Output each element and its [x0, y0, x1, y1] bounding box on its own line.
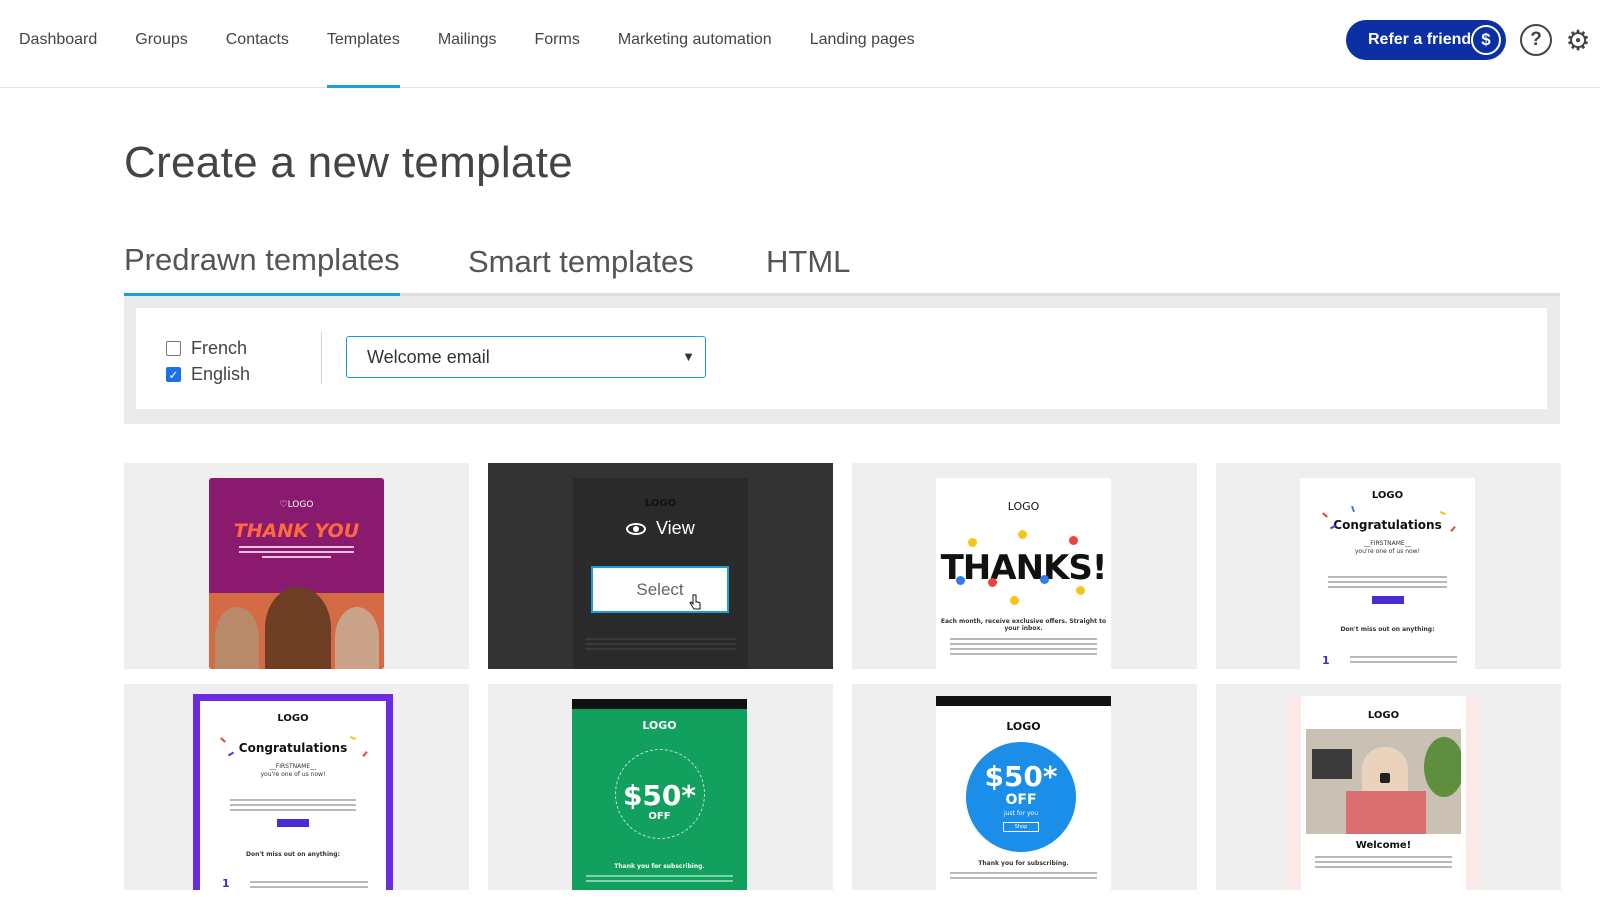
template-thumbnail: LOGO THANKS! Each month, receive exclusi… — [936, 478, 1111, 669]
thumb-logo: LOGO — [1007, 500, 1040, 513]
template-thumbnail: LOGO Congratulations __FIRSTNAME__ you'r… — [193, 694, 393, 890]
thumb-coupon-amount: $50* — [984, 760, 1058, 793]
template-thumbnail: LOGO $50* OFF Thank you for subscribing. — [572, 699, 747, 890]
filter-panel: French ✓ English Welcome email ▼ — [124, 296, 1560, 424]
english-checkbox[interactable]: ✓ — [166, 367, 181, 382]
template-card-50-off-blue[interactable]: LOGO $50* OFF just for you Shop Thank yo… — [852, 684, 1197, 890]
eye-icon — [626, 522, 646, 535]
thumb-logo: LOGO — [644, 498, 677, 509]
nav-item-dashboard[interactable]: Dashboard — [0, 0, 116, 88]
template-card-50-off-green[interactable]: LOGO $50* OFF Thank you for subscribing. — [488, 684, 833, 890]
thumb-body-lines — [950, 638, 1097, 658]
thumb-offer-disc: $50* OFF just for you Shop — [966, 742, 1076, 852]
template-card-thanks-envelope[interactable]: LOGO View Select — [488, 463, 833, 669]
thumb-coupon-off: OFF — [648, 811, 671, 822]
thumb-coupon-tag: just for you — [1003, 810, 1039, 817]
thumb-logo: LOGO — [1367, 710, 1400, 721]
refer-a-friend-label: Refer a friend — [1368, 31, 1472, 48]
thumb-body-lines — [1315, 856, 1452, 871]
french-label: French — [191, 338, 248, 358]
thumb-body-lines — [230, 799, 356, 814]
tab-html[interactable]: HTML — [766, 244, 850, 280]
french-checkbox[interactable] — [166, 341, 181, 356]
template-thumbnail: LOGO Congratulations __FIRSTNAME__ you'r… — [1300, 478, 1475, 669]
nav-item-marketing-automation[interactable]: Marketing automation — [599, 0, 791, 88]
tab-predrawn-templates[interactable]: Predrawn templates — [124, 242, 400, 296]
thumb-social-bar — [936, 696, 1111, 706]
template-card-congratulations[interactable]: LOGO Congratulations __FIRSTNAME__ you'r… — [1216, 463, 1561, 669]
thumb-logo: ♡LOGO — [279, 500, 314, 510]
thumb-subtitle: you're one of us now! — [1355, 548, 1420, 555]
thumb-firstname: __FIRSTNAME__ — [1364, 540, 1411, 547]
thumb-cta-button — [277, 819, 309, 827]
help-icon[interactable]: ? — [1520, 24, 1552, 56]
template-category-value: Welcome email — [367, 347, 490, 367]
thumb-logo: LOGO — [277, 713, 309, 724]
caret-down-icon: ▼ — [682, 349, 695, 364]
thumb-subtitle: you're one of us now! — [260, 771, 326, 778]
thumb-step-number: 1 — [1322, 654, 1330, 667]
thumb-body-lines — [950, 872, 1097, 882]
filter-box: French ✓ English Welcome email ▼ — [136, 308, 1547, 409]
thumb-headline: THANK YOU — [233, 520, 360, 542]
thumb-footer: Don't miss out on anything: — [1340, 626, 1435, 633]
thumb-photo — [209, 587, 384, 669]
thumb-coupon-off: OFF — [1005, 792, 1037, 808]
language-french-option[interactable]: French — [166, 338, 247, 359]
thumb-body-lines — [585, 638, 736, 653]
nav-item-templates[interactable]: Templates — [308, 0, 419, 88]
thumb-logo: LOGO — [1006, 720, 1041, 733]
template-card-welcome-kitchen[interactable]: LOGO Welcome! — [1216, 684, 1561, 890]
nav-item-landing-pages[interactable]: Landing pages — [791, 0, 934, 88]
thumb-coupon-amount: $50* — [622, 779, 697, 812]
thumb-headline: Welcome! — [1355, 840, 1412, 851]
nav-item-forms[interactable]: Forms — [516, 0, 599, 88]
select-template-button[interactable]: Select — [591, 566, 729, 613]
nav-item-mailings[interactable]: Mailings — [419, 0, 516, 88]
thumb-cta-button — [1371, 596, 1404, 604]
view-label: View — [656, 518, 695, 538]
template-thumbnail: LOGO Welcome! — [1286, 696, 1481, 890]
thumb-social-bar — [572, 699, 747, 709]
template-card-congratulations-purple[interactable]: LOGO Congratulations __FIRSTNAME__ you'r… — [124, 684, 469, 890]
thumb-body-lines — [239, 546, 354, 558]
thumb-kitchen-photo — [1306, 729, 1461, 834]
thumb-body: Thank you for subscribing. — [614, 863, 705, 870]
thumb-logo: LOGO — [642, 719, 677, 732]
thumb-headline: Congratulations — [1333, 518, 1442, 532]
thumb-footer: Don't miss out on anything: — [246, 851, 340, 858]
thumb-step-lines — [1350, 656, 1457, 666]
thumb-body: Each month, receive exclusive offers. St… — [940, 618, 1107, 632]
nav-item-contacts[interactable]: Contacts — [207, 0, 308, 88]
template-card-thank-you[interactable]: ♡LOGO THANK YOU — [124, 463, 469, 669]
template-category-select[interactable]: Welcome email ▼ — [346, 336, 706, 378]
thumb-firstname: __FIRSTNAME__ — [269, 763, 317, 770]
language-english-option[interactable]: ✓ English — [166, 364, 250, 385]
thumb-logo: LOGO — [1371, 490, 1404, 501]
template-thumbnail: LOGO $50* OFF just for you Shop Thank yo… — [936, 696, 1111, 890]
thumb-body-lines — [1328, 576, 1447, 591]
template-type-tabs: Predrawn templates Smart templates HTML — [124, 238, 1560, 296]
thumb-body-lines — [586, 875, 733, 885]
nav-items: Dashboard Groups Contacts Templates Mail… — [0, 0, 934, 88]
refer-a-friend-button[interactable]: Refer a friend $ — [1346, 20, 1506, 60]
thumb-headline: Congratulations — [238, 741, 348, 755]
thumb-body: Thank you for subscribing. — [978, 860, 1069, 867]
english-label: English — [191, 364, 251, 384]
gear-icon[interactable]: ⚙ — [1562, 24, 1594, 56]
tab-smart-templates[interactable]: Smart templates — [468, 244, 694, 280]
page-title: Create a new template — [124, 138, 573, 187]
top-navigation: Dashboard Groups Contacts Templates Mail… — [0, 0, 1600, 88]
thumb-step-lines — [250, 881, 368, 890]
dollar-icon: $ — [1471, 25, 1501, 55]
thumb-step-number: 1 — [222, 877, 230, 890]
view-template-link[interactable]: View — [626, 518, 695, 539]
nav-item-groups[interactable]: Groups — [116, 0, 206, 88]
template-thumbnail: ♡LOGO THANK YOU — [209, 478, 384, 669]
thumb-shop-button: Shop — [1003, 822, 1039, 832]
filter-divider — [321, 332, 322, 384]
thumb-inner: LOGO Welcome! — [1301, 696, 1466, 890]
pointer-cursor-icon — [689, 594, 701, 610]
template-card-thanks-emoji[interactable]: LOGO THANKS! Each month, receive exclusi… — [852, 463, 1197, 669]
